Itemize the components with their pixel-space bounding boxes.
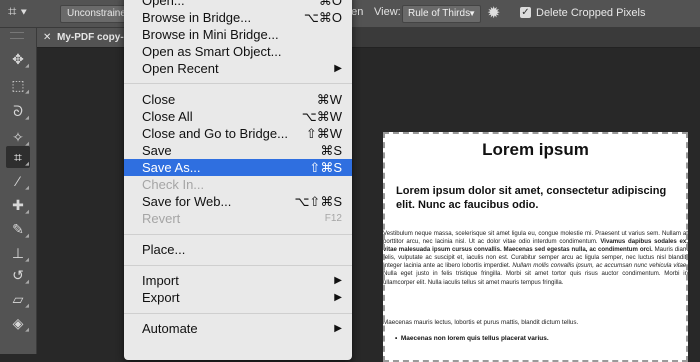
menu-item-label: Close All [142,109,193,124]
crop-tool-icon[interactable]: ⌗ ◢ [6,146,30,168]
chevron-down-icon: ▼ [468,9,476,18]
menu-item-browse-in-bridge[interactable]: Browse in Bridge... ⌥⌘O [124,9,352,26]
flyout-indicator-icon: ◢ [25,63,29,69]
menu-item-open-as-smart-object[interactable]: Open as Smart Object... [124,43,352,60]
menu-item-shortcut: ⌥⌘O [303,10,342,25]
menu-item-label: Open Recent [142,61,219,76]
view-select[interactable]: Rule of Thirds ▼ [402,5,481,23]
menu-item-shortcut: ⇧⌘W [305,126,342,141]
menu-item-close-all[interactable]: Close All ⌥⌘W [124,108,352,125]
menu-item-label: Place... [142,242,186,257]
menu-item-label: Check In... [142,177,205,192]
flyout-indicator-icon: ◢ [25,233,29,239]
menu-item-close[interactable]: Close ⌘W [124,91,352,108]
menu-item-open-recent[interactable]: Open Recent ▶ [124,60,352,77]
menu-item-label: Close and Go to Bridge... [142,126,288,141]
menu-item-shortcut: ⌘W [316,92,342,107]
menu-item-shortcut: F12 [324,213,342,224]
menu-item-label: Export [142,290,180,305]
menu-item-save-as[interactable]: Save As... ⇧⌘S [124,159,352,176]
paint-bucket-icon[interactable]: ◈ ◢ [6,312,30,334]
menu-item-label: Save for Web... [142,194,232,209]
menu-item-export[interactable]: Export ▶ [124,289,352,306]
menu-item-check-in: Check In... [124,176,352,193]
flyout-indicator-icon: ◢ [25,327,29,333]
eyedropper-icon[interactable]: ⁄ ◢ [6,170,30,192]
menu-item-save[interactable]: Save ⌘S [124,142,352,159]
document-paragraph-2: Maecenas mauris lectus, lobortis et puru… [383,319,579,326]
history-brush-icon[interactable]: ↺ ◢ [6,264,30,286]
menu-separator [124,234,352,235]
eraser-tool-icon[interactable]: ▱ ◢ [6,288,30,310]
flyout-indicator-icon: ◢ [25,279,29,285]
gear-icon[interactable]: ✹ [487,3,500,23]
document-subtitle: Lorem ipsum dolor sit amet, consectetur … [396,185,667,211]
ratio-select[interactable]: Unconstrained [60,5,130,23]
tools-panel: ✥ ◢ ⬚ ◢ ᘐ ◢ ✧ ◢ ⌗ ◢ ⁄ ◢ ✚ ◢ ✎ ◢ ⊥ ◢ ↺ ◢ ▱ ◢ ◈ ◢ [0,28,37,354]
menu-item-shortcut: ⌘S [320,143,342,158]
clone-stamp-icon[interactable]: ⊥ ◢ [6,242,30,264]
marquee-tool-icon[interactable]: ⬚ ◢ [6,74,30,96]
flyout-indicator-icon: ◢ [25,257,29,263]
menu-item-shortcut: ⌘O [318,0,342,8]
menu-item-label: Save [142,143,172,158]
flyout-indicator-icon: ◢ [25,115,29,121]
menu-separator [124,313,352,314]
menu-item-shortcut: ⌥⌘W [301,109,342,124]
body-text-3: Nulla eget justo in felis tristique frin… [383,270,688,286]
delete-cropped-pixels-checkbox[interactable]: ✓ [520,7,531,18]
document-body: Vestibulum neque massa, scelerisque sit … [383,230,688,287]
flyout-indicator-icon: ◢ [25,303,29,309]
menu-item-label: Automate [142,321,198,336]
move-tool-icon[interactable]: ✥ ◢ [6,48,30,70]
panel-grip[interactable] [10,32,24,39]
menu-item-close-and-go-to-bridge[interactable]: Close and Go to Bridge... ⇧⌘W [124,125,352,142]
menu-item-automate[interactable]: Automate ▶ [124,320,352,337]
menu-item-open[interactable]: Open... ⌘O [124,0,352,9]
menu-item-shortcut: ⇧⌘S [309,160,342,175]
menu-item-revert: Revert F12 [124,210,352,227]
menu-item-browse-in-mini-bridge[interactable]: Browse in Mini Bridge... [124,26,352,43]
menu-item-label: Close [142,92,176,107]
file-menu: Open... ⌘O Browse in Bridge... ⌥⌘O Browse in… [124,0,352,360]
menu-separator [124,83,352,84]
document-bullet: • Maecenas non lorem quis tellus placera… [395,335,549,342]
menu-item-label: Open... [142,0,185,8]
menu-item-shortcut: ⌥⇧⌘S [294,194,342,209]
view-select-value: Rule of Thirds [408,8,471,19]
menu-item-place[interactable]: Place... [124,241,352,258]
close-icon[interactable]: ✕ [43,28,51,47]
menu-item-label: Revert [142,211,181,226]
menu-item-label: Browse in Mini Bridge... [142,27,279,42]
flyout-indicator-icon: ◢ [25,209,29,215]
delete-cropped-pixels-label[interactable]: Delete Cropped Pixels [536,7,645,19]
document-tab-title: My-PDF copy- [57,32,124,43]
menu-item-import[interactable]: Import ▶ [124,272,352,289]
flyout-indicator-icon: ◢ [25,161,29,167]
lasso-tool-icon[interactable]: ᘐ ◢ [6,100,30,122]
submenu-arrow-icon: ▶ [334,275,342,286]
bullet-text: Maecenas non lorem quis tellus placerat … [400,335,549,342]
menu-item-label: Browse in Bridge... [142,10,252,25]
menu-item-label: Import [142,273,179,288]
submenu-arrow-icon: ▶ [334,63,342,74]
magic-wand-icon[interactable]: ✧ ◢ [6,126,30,148]
submenu-arrow-icon: ▶ [334,323,342,334]
flyout-indicator-icon: ◢ [25,89,29,95]
crop-icon[interactable]: ⌗ ▾ [8,3,38,23]
menu-item-label: Open as Smart Object... [142,44,282,59]
menu-item-label: Save As... [142,160,201,175]
document-title: Lorem ipsum [482,140,589,159]
submenu-arrow-icon: ▶ [334,292,342,303]
healing-brush-icon[interactable]: ✚ ◢ [6,194,30,216]
menu-item-save-for-web[interactable]: Save for Web... ⌥⇧⌘S [124,193,352,210]
body-text-italic: Nullam mollis convallis ipsum, ac accums… [512,262,688,270]
document-tab[interactable]: ✕ My-PDF copy- [37,28,127,47]
flyout-indicator-icon: ◢ [25,185,29,191]
view-label: View: [374,6,401,18]
document-canvas[interactable]: Lorem ipsum Lorem ipsum dolor sit amet, … [383,132,688,362]
brush-tool-icon[interactable]: ✎ ◢ [6,218,30,240]
menu-separator [124,265,352,266]
